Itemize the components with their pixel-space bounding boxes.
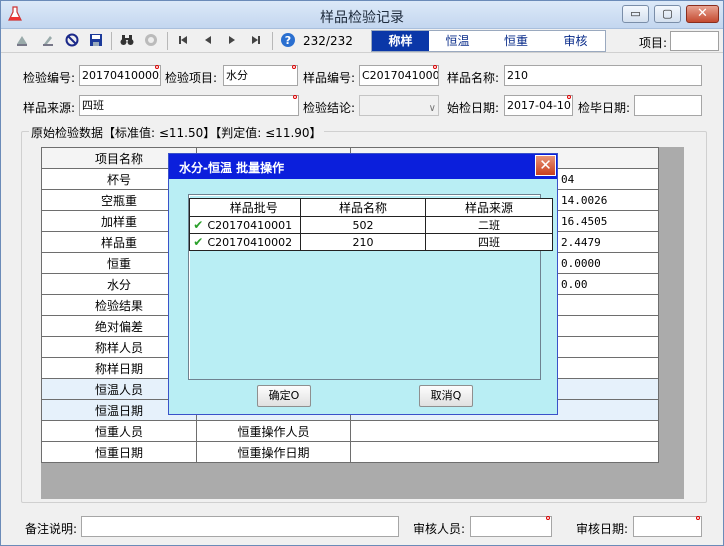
maximize-button[interactable]: ▢ bbox=[654, 5, 681, 23]
batch-header-cell: 样品来源 bbox=[425, 198, 553, 217]
dialog-title-bar[interactable]: 水分-恒温 批量操作 ✕ bbox=[169, 154, 557, 179]
required-marker bbox=[696, 516, 700, 520]
grid-row-label: 恒重日期 bbox=[41, 441, 197, 463]
row-checkbox[interactable]: ✔ bbox=[189, 233, 207, 251]
sample-source-field[interactable]: 四班 bbox=[79, 95, 299, 116]
batch-operation-dialog: 水分-恒温 批量操作 ✕ 样品批号 样品名称 样品来源 ✔ C2017041000… bbox=[168, 153, 558, 415]
next-record-icon[interactable] bbox=[223, 32, 241, 50]
required-marker bbox=[292, 65, 296, 69]
first-doc-icon[interactable] bbox=[13, 32, 31, 50]
window-title: 样品检验记录 bbox=[320, 10, 404, 26]
reviewer-field[interactable] bbox=[470, 516, 552, 537]
inspection-item-label: 检验项目: bbox=[165, 71, 218, 85]
prev-doc-icon[interactable] bbox=[39, 32, 57, 50]
grid-cell[interactable]: 恒重操作人员 bbox=[196, 420, 351, 442]
sample-no-label: 样品编号: bbox=[303, 71, 356, 85]
table-row[interactable]: 恒重日期 恒重操作日期 bbox=[41, 441, 659, 463]
close-icon: ✕ bbox=[539, 156, 552, 174]
binoculars-icon[interactable] bbox=[118, 32, 136, 50]
minimize-button[interactable]: ▭ bbox=[622, 5, 649, 23]
end-date-label: 检毕日期: bbox=[578, 101, 631, 115]
grid-row-label: 恒重人员 bbox=[41, 420, 197, 442]
required-marker bbox=[546, 516, 550, 520]
required-marker bbox=[155, 65, 159, 69]
cancel-icon[interactable] bbox=[63, 32, 81, 50]
close-icon: ✕ bbox=[697, 6, 708, 21]
batch-header-check bbox=[189, 198, 207, 217]
record-position: 232/232 bbox=[303, 34, 353, 48]
sample-source-label: 样品来源: bbox=[23, 101, 76, 115]
batch-header-row: 样品批号 样品名称 样品来源 bbox=[189, 198, 553, 217]
inspection-no-label: 检验编号: bbox=[23, 71, 76, 85]
review-date-label: 审核日期: bbox=[576, 522, 629, 536]
batch-cell: C20170410001 bbox=[206, 216, 301, 234]
inspection-item-field[interactable]: 水分 bbox=[223, 65, 298, 86]
sample-name-label: 样品名称: bbox=[447, 71, 500, 85]
ok-button[interactable]: 确定O bbox=[257, 385, 311, 407]
end-date-field[interactable] bbox=[634, 95, 702, 116]
check-icon: ✔ bbox=[193, 218, 204, 232]
grid-cell[interactable]: 恒重操作日期 bbox=[196, 441, 351, 463]
tab-review[interactable]: 审核 bbox=[546, 31, 605, 51]
save-icon[interactable] bbox=[87, 32, 105, 50]
conclusion-select[interactable]: ∨ bbox=[359, 95, 439, 116]
start-date-label: 始检日期: bbox=[447, 101, 500, 115]
required-marker bbox=[567, 95, 571, 99]
dialog-close-button[interactable]: ✕ bbox=[535, 155, 556, 176]
batch-list-grid: 样品批号 样品名称 样品来源 ✔ C20170410001 502 二班 ✔ C20170… bbox=[189, 198, 553, 251]
grid-cell[interactable] bbox=[350, 441, 659, 463]
gear-icon[interactable] bbox=[142, 32, 160, 50]
row-checkbox[interactable]: ✔ bbox=[189, 216, 207, 234]
conclusion-label: 检验结论: bbox=[303, 101, 356, 115]
main-window: 样品检验记录 ▭ ▢ ✕ ? 232/232 称样 恒温 恒重 审核 项目: 检… bbox=[0, 0, 724, 546]
title-bar[interactable]: 样品检验记录 ▭ ▢ ✕ bbox=[1, 1, 723, 29]
tab-strip: 称样 恒温 恒重 审核 bbox=[371, 30, 606, 52]
help-icon[interactable]: ? bbox=[279, 32, 297, 50]
chevron-down-icon: ∨ bbox=[428, 103, 436, 114]
minimize-icon: ▭ bbox=[630, 7, 641, 20]
batch-header-cell: 样品批号 bbox=[206, 198, 301, 217]
table-row[interactable]: 恒重人员 恒重操作人员 bbox=[41, 420, 659, 442]
required-marker bbox=[293, 95, 297, 99]
toolbar: ? 232/232 称样 恒温 恒重 审核 项目: bbox=[1, 29, 723, 53]
cancel-button[interactable]: 取消Q bbox=[419, 385, 473, 407]
check-icon: ✔ bbox=[193, 235, 204, 249]
batch-cell: C20170410002 bbox=[206, 233, 301, 251]
sample-no-field[interactable]: C20170410002 bbox=[359, 65, 439, 86]
batch-row[interactable]: ✔ C20170410001 502 二班 bbox=[189, 216, 553, 234]
tab-weighing[interactable]: 称样 bbox=[372, 31, 429, 51]
review-date-field[interactable] bbox=[633, 516, 702, 537]
item-label: 项目: bbox=[639, 36, 668, 50]
dialog-title: 水分-恒温 批量操作 bbox=[179, 161, 285, 175]
remark-field[interactable] bbox=[81, 516, 399, 537]
sample-name-field[interactable]: 210 bbox=[504, 65, 702, 86]
maximize-icon: ▢ bbox=[662, 7, 673, 20]
item-input[interactable] bbox=[670, 31, 719, 51]
inspection-no-field[interactable]: 201704100002 bbox=[79, 65, 161, 86]
batch-row[interactable]: ✔ C20170410002 210 四班 bbox=[189, 233, 553, 251]
batch-cell: 210 bbox=[300, 233, 426, 251]
tab-constant-weight[interactable]: 恒重 bbox=[486, 31, 546, 51]
batch-cell: 502 bbox=[300, 216, 426, 234]
svg-text:?: ? bbox=[285, 34, 291, 47]
tab-constant-temp[interactable]: 恒温 bbox=[429, 31, 486, 51]
batch-cell: 四班 bbox=[425, 233, 553, 251]
last-record-icon[interactable] bbox=[247, 32, 265, 50]
batch-cell: 二班 bbox=[425, 216, 553, 234]
close-button[interactable]: ✕ bbox=[686, 5, 719, 23]
reviewer-label: 审核人员: bbox=[413, 522, 466, 536]
raw-data-group-title: 原始检验数据【标准值: ≤11.50】【判定值: ≤11.90】 bbox=[29, 124, 324, 141]
remark-label: 备注说明: bbox=[25, 522, 78, 536]
start-date-field[interactable]: 2017-04-10 bbox=[504, 95, 573, 116]
required-marker bbox=[433, 65, 437, 69]
first-record-icon[interactable] bbox=[174, 32, 192, 50]
prev-record-icon[interactable] bbox=[199, 32, 217, 50]
batch-header-cell: 样品名称 bbox=[300, 198, 426, 217]
grid-cell[interactable] bbox=[350, 420, 659, 442]
